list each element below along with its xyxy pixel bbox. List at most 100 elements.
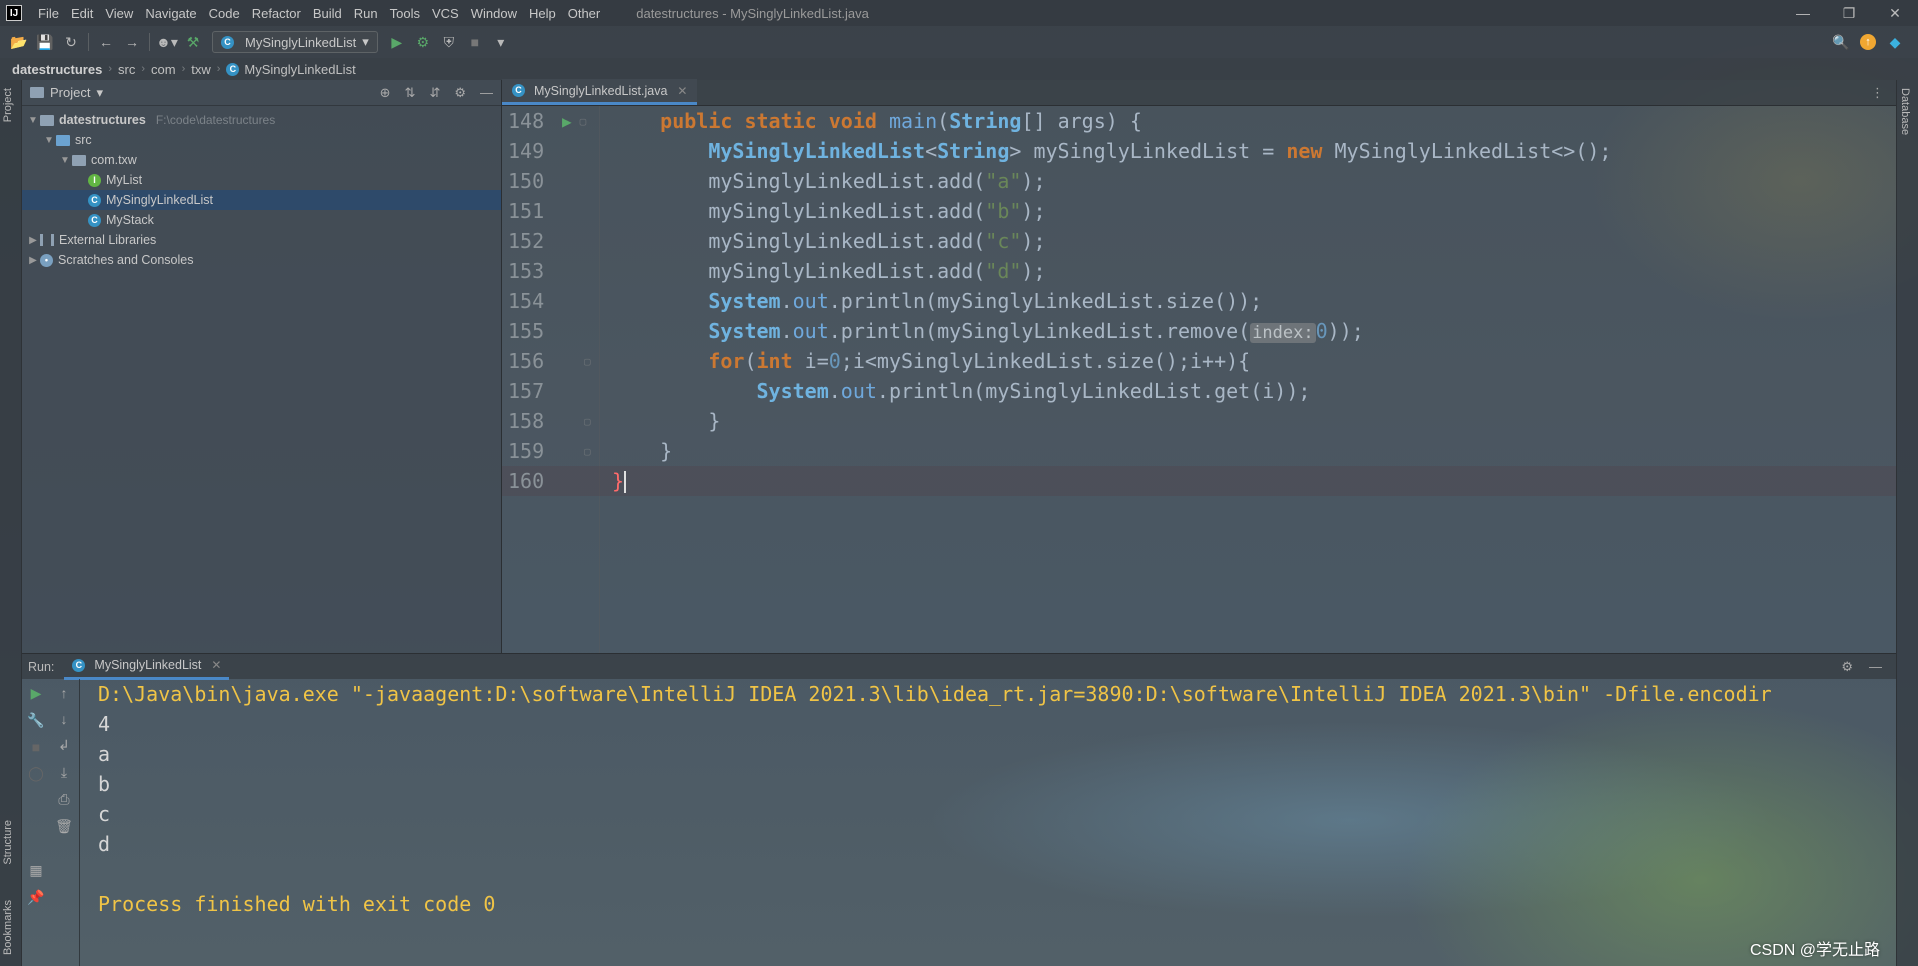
- tree-item-src[interactable]: ▼ src: [22, 130, 501, 150]
- code-line[interactable]: 155 System.out.println(mySinglyLinkedLis…: [502, 316, 1896, 346]
- menu-tools[interactable]: Tools: [384, 6, 426, 21]
- gear-icon[interactable]: ⚙: [454, 85, 466, 101]
- chevron-down-icon[interactable]: ▼: [26, 115, 40, 126]
- structure-tool-button[interactable]: Structure: [2, 820, 14, 865]
- chevron-down-icon[interactable]: ▼: [58, 155, 72, 166]
- search-icon[interactable]: 🔍: [1828, 30, 1854, 54]
- code-line[interactable]: 153 mySinglyLinkedList.add("d");: [502, 256, 1896, 286]
- close-icon[interactable]: ✕: [677, 84, 687, 98]
- code-line[interactable]: 148 ▶ ▢ public static void main(String[] …: [502, 106, 1896, 136]
- menu-edit[interactable]: Edit: [65, 6, 99, 21]
- fold-icon[interactable]: ▢: [584, 445, 591, 458]
- chevron-right-icon[interactable]: ▶: [26, 235, 40, 246]
- menu-file[interactable]: File: [32, 6, 65, 21]
- tree-item-scratches[interactable]: ▶ • Scratches and Consoles: [22, 250, 501, 270]
- fold-icon[interactable]: ▢: [580, 115, 587, 128]
- open-folder-icon[interactable]: 📂: [6, 30, 32, 54]
- menu-code[interactable]: Code: [203, 6, 246, 21]
- code-line[interactable]: 150 mySinglyLinkedList.add("a");: [502, 166, 1896, 196]
- arrow-down-icon[interactable]: ↓: [61, 711, 68, 727]
- code-line[interactable]: 159 ▢ }: [502, 436, 1896, 466]
- tab-mysinglylinkedlist-java[interactable]: C MySinglyLinkedList.java ✕: [502, 79, 698, 105]
- run-console-output[interactable]: D:\Java\bin\java.exe "-javaagent:D:\soft…: [98, 679, 1896, 966]
- chevron-right-icon[interactable]: ▶: [26, 255, 40, 266]
- code-line[interactable]: 158 ▢ }: [502, 406, 1896, 436]
- code-editor[interactable]: 148 ▶ ▢ public static void main(String[] …: [502, 106, 1896, 653]
- stop-icon[interactable]: ■: [32, 739, 40, 755]
- sync-icon[interactable]: ↻: [58, 30, 84, 54]
- project-tool-button[interactable]: Project: [2, 88, 14, 122]
- more-vertical-icon[interactable]: ⋮: [1871, 85, 1896, 101]
- breadcrumb-src[interactable]: src: [118, 62, 135, 77]
- tree-item-project-root[interactable]: ▼ datestructures F:\code\datestructures: [22, 110, 501, 130]
- restore-icon[interactable]: ❐: [1826, 0, 1872, 26]
- menu-window[interactable]: Window: [465, 6, 523, 21]
- menu-vcs[interactable]: VCS: [426, 6, 465, 21]
- close-icon[interactable]: ✕: [211, 658, 221, 672]
- scroll-to-end-icon[interactable]: ⤓: [61, 764, 67, 781]
- rerun-icon[interactable]: ▶: [31, 685, 42, 702]
- java-class-icon: C: [72, 658, 86, 672]
- tree-item-mysinglylinkedlist[interactable]: C MySinglyLinkedList: [22, 190, 501, 210]
- code-line[interactable]: 149 MySinglyLinkedList<String> mySinglyL…: [502, 136, 1896, 166]
- coverage-icon[interactable]: ⛨: [436, 30, 462, 54]
- hide-panel-icon[interactable]: —: [480, 85, 493, 101]
- code-line[interactable]: 157 System.out.println(mySinglyLinkedLis…: [502, 376, 1896, 406]
- breadcrumb-project[interactable]: datestructures: [12, 62, 102, 77]
- user-dropdown-icon[interactable]: ☻▾: [154, 30, 180, 54]
- soft-wrap-icon[interactable]: ↲: [58, 737, 70, 754]
- tree-item-package[interactable]: ▼ com.txw: [22, 150, 501, 170]
- chevron-down-icon[interactable]: ▼: [42, 135, 56, 146]
- tree-item-mystack[interactable]: C MyStack: [22, 210, 501, 230]
- run-tab-mysinglylinkedlist[interactable]: C MySinglyLinkedList ✕: [64, 654, 230, 680]
- code-line[interactable]: 154 System.out.println(mySinglyLinkedLis…: [502, 286, 1896, 316]
- pin-icon[interactable]: 📌: [27, 889, 44, 906]
- wrench-icon[interactable]: 🔧: [27, 712, 44, 729]
- camera-icon[interactable]: ◯: [28, 765, 44, 782]
- trash-icon[interactable]: 🗑: [55, 818, 73, 835]
- menu-navigate[interactable]: Navigate: [139, 6, 202, 21]
- tree-item-external-libraries[interactable]: ▶ External Libraries: [22, 230, 501, 250]
- stop-icon[interactable]: ■: [462, 30, 488, 54]
- jetbrains-logo-icon[interactable]: ◆: [1882, 30, 1908, 54]
- layout-icon[interactable]: ▦: [29, 862, 42, 879]
- menu-view[interactable]: View: [99, 6, 139, 21]
- build-hammer-icon[interactable]: ⚒: [180, 30, 206, 54]
- debug-bug-icon[interactable]: ⚙: [410, 30, 436, 54]
- forward-arrow-icon[interactable]: →: [119, 30, 145, 54]
- hide-panel-icon[interactable]: —: [1869, 659, 1882, 675]
- collapse-all-icon[interactable]: ⇵: [429, 85, 440, 101]
- code-line-current[interactable]: 160 }: [502, 466, 1896, 496]
- run-configuration-select[interactable]: C MySinglyLinkedList ▾: [212, 31, 378, 53]
- save-icon[interactable]: 💾: [32, 30, 58, 54]
- menu-refactor[interactable]: Refactor: [246, 6, 307, 21]
- fold-icon[interactable]: ▢: [584, 355, 591, 368]
- breadcrumb-com[interactable]: com: [151, 62, 176, 77]
- updates-icon[interactable]: ↑: [1860, 34, 1876, 50]
- menu-run[interactable]: Run: [348, 6, 384, 21]
- menu-help[interactable]: Help: [523, 6, 562, 21]
- gear-icon[interactable]: ⚙: [1841, 659, 1853, 675]
- breadcrumb-class[interactable]: MySinglyLinkedList: [244, 62, 355, 77]
- tree-item-mylist[interactable]: I MyList: [22, 170, 501, 190]
- more-dropdown-icon[interactable]: ▾: [488, 30, 514, 54]
- breadcrumb-txw[interactable]: txw: [191, 62, 211, 77]
- code-line[interactable]: 152 mySinglyLinkedList.add("c");: [502, 226, 1896, 256]
- run-main-icon[interactable]: ▶: [562, 112, 572, 131]
- close-icon[interactable]: ✕: [1872, 0, 1918, 26]
- expand-all-icon[interactable]: ⇅: [405, 85, 416, 101]
- project-view-selector[interactable]: Project ▾: [30, 85, 103, 101]
- fold-icon[interactable]: ▢: [584, 415, 591, 428]
- database-tool-button[interactable]: Database: [1899, 88, 1911, 135]
- back-arrow-icon[interactable]: ←: [93, 30, 119, 54]
- locate-crosshair-icon[interactable]: ⊕: [380, 85, 391, 101]
- run-icon[interactable]: ▶: [384, 30, 410, 54]
- menu-other[interactable]: Other: [562, 6, 607, 21]
- code-line[interactable]: 156 ▢ for(int i=0;i<mySinglyLinkedList.s…: [502, 346, 1896, 376]
- code-line[interactable]: 151 mySinglyLinkedList.add("b");: [502, 196, 1896, 226]
- arrow-up-icon[interactable]: ↑: [61, 685, 68, 701]
- bookmarks-tool-button[interactable]: Bookmarks: [2, 900, 14, 955]
- print-icon[interactable]: ⎙: [58, 791, 69, 808]
- minimize-icon[interactable]: —: [1780, 0, 1826, 26]
- menu-build[interactable]: Build: [307, 6, 348, 21]
